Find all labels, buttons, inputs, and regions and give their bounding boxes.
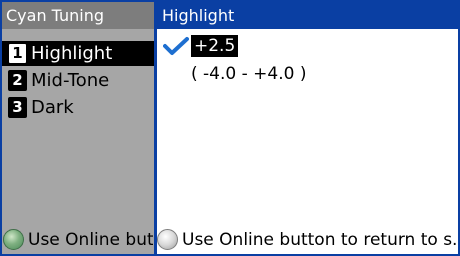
checkmark-icon <box>163 37 189 55</box>
online-button-icon <box>157 229 178 250</box>
online-hint-text: Use Online button to return to s... <box>28 229 153 250</box>
number-badge: 3 <box>8 96 27 118</box>
lcd-panel: Cyan Tuning 1 Highlight 2 Mid-Tone 3 Dark U… <box>0 0 460 256</box>
sidebar-title: Cyan Tuning <box>2 2 154 29</box>
value-range: ( -4.0 - +4.0 ) <box>191 64 307 84</box>
menu-item-mid-tone[interactable]: 2 Mid-Tone <box>2 68 154 93</box>
panel-title: Highlight <box>157 2 458 29</box>
main-panel: Highlight +2.5 ( -4.0 - +4.0 ) Use Onlin… <box>157 2 458 254</box>
number-badge: 1 <box>8 42 27 64</box>
online-hint-sidebar: Use Online button to return to s... <box>3 229 153 250</box>
menu-item-dark[interactable]: 3 Dark <box>2 95 154 120</box>
selected-value: +2.5 <box>191 35 239 57</box>
menu-item-label: Mid-Tone <box>31 70 110 91</box>
sidebar: Cyan Tuning 1 Highlight 2 Mid-Tone 3 Dark U… <box>2 2 157 254</box>
selected-value-row[interactable]: +2.5 <box>163 34 239 58</box>
online-button-icon <box>3 229 24 250</box>
menu-item-highlight[interactable]: 1 Highlight <box>2 41 154 66</box>
online-hint-text: Use Online button to return to s... <box>182 229 457 250</box>
menu-item-label: Dark <box>31 97 74 118</box>
menu-item-label: Highlight <box>31 43 113 64</box>
number-badge: 2 <box>8 69 27 91</box>
online-hint: Use Online button to return to s... <box>157 229 457 250</box>
